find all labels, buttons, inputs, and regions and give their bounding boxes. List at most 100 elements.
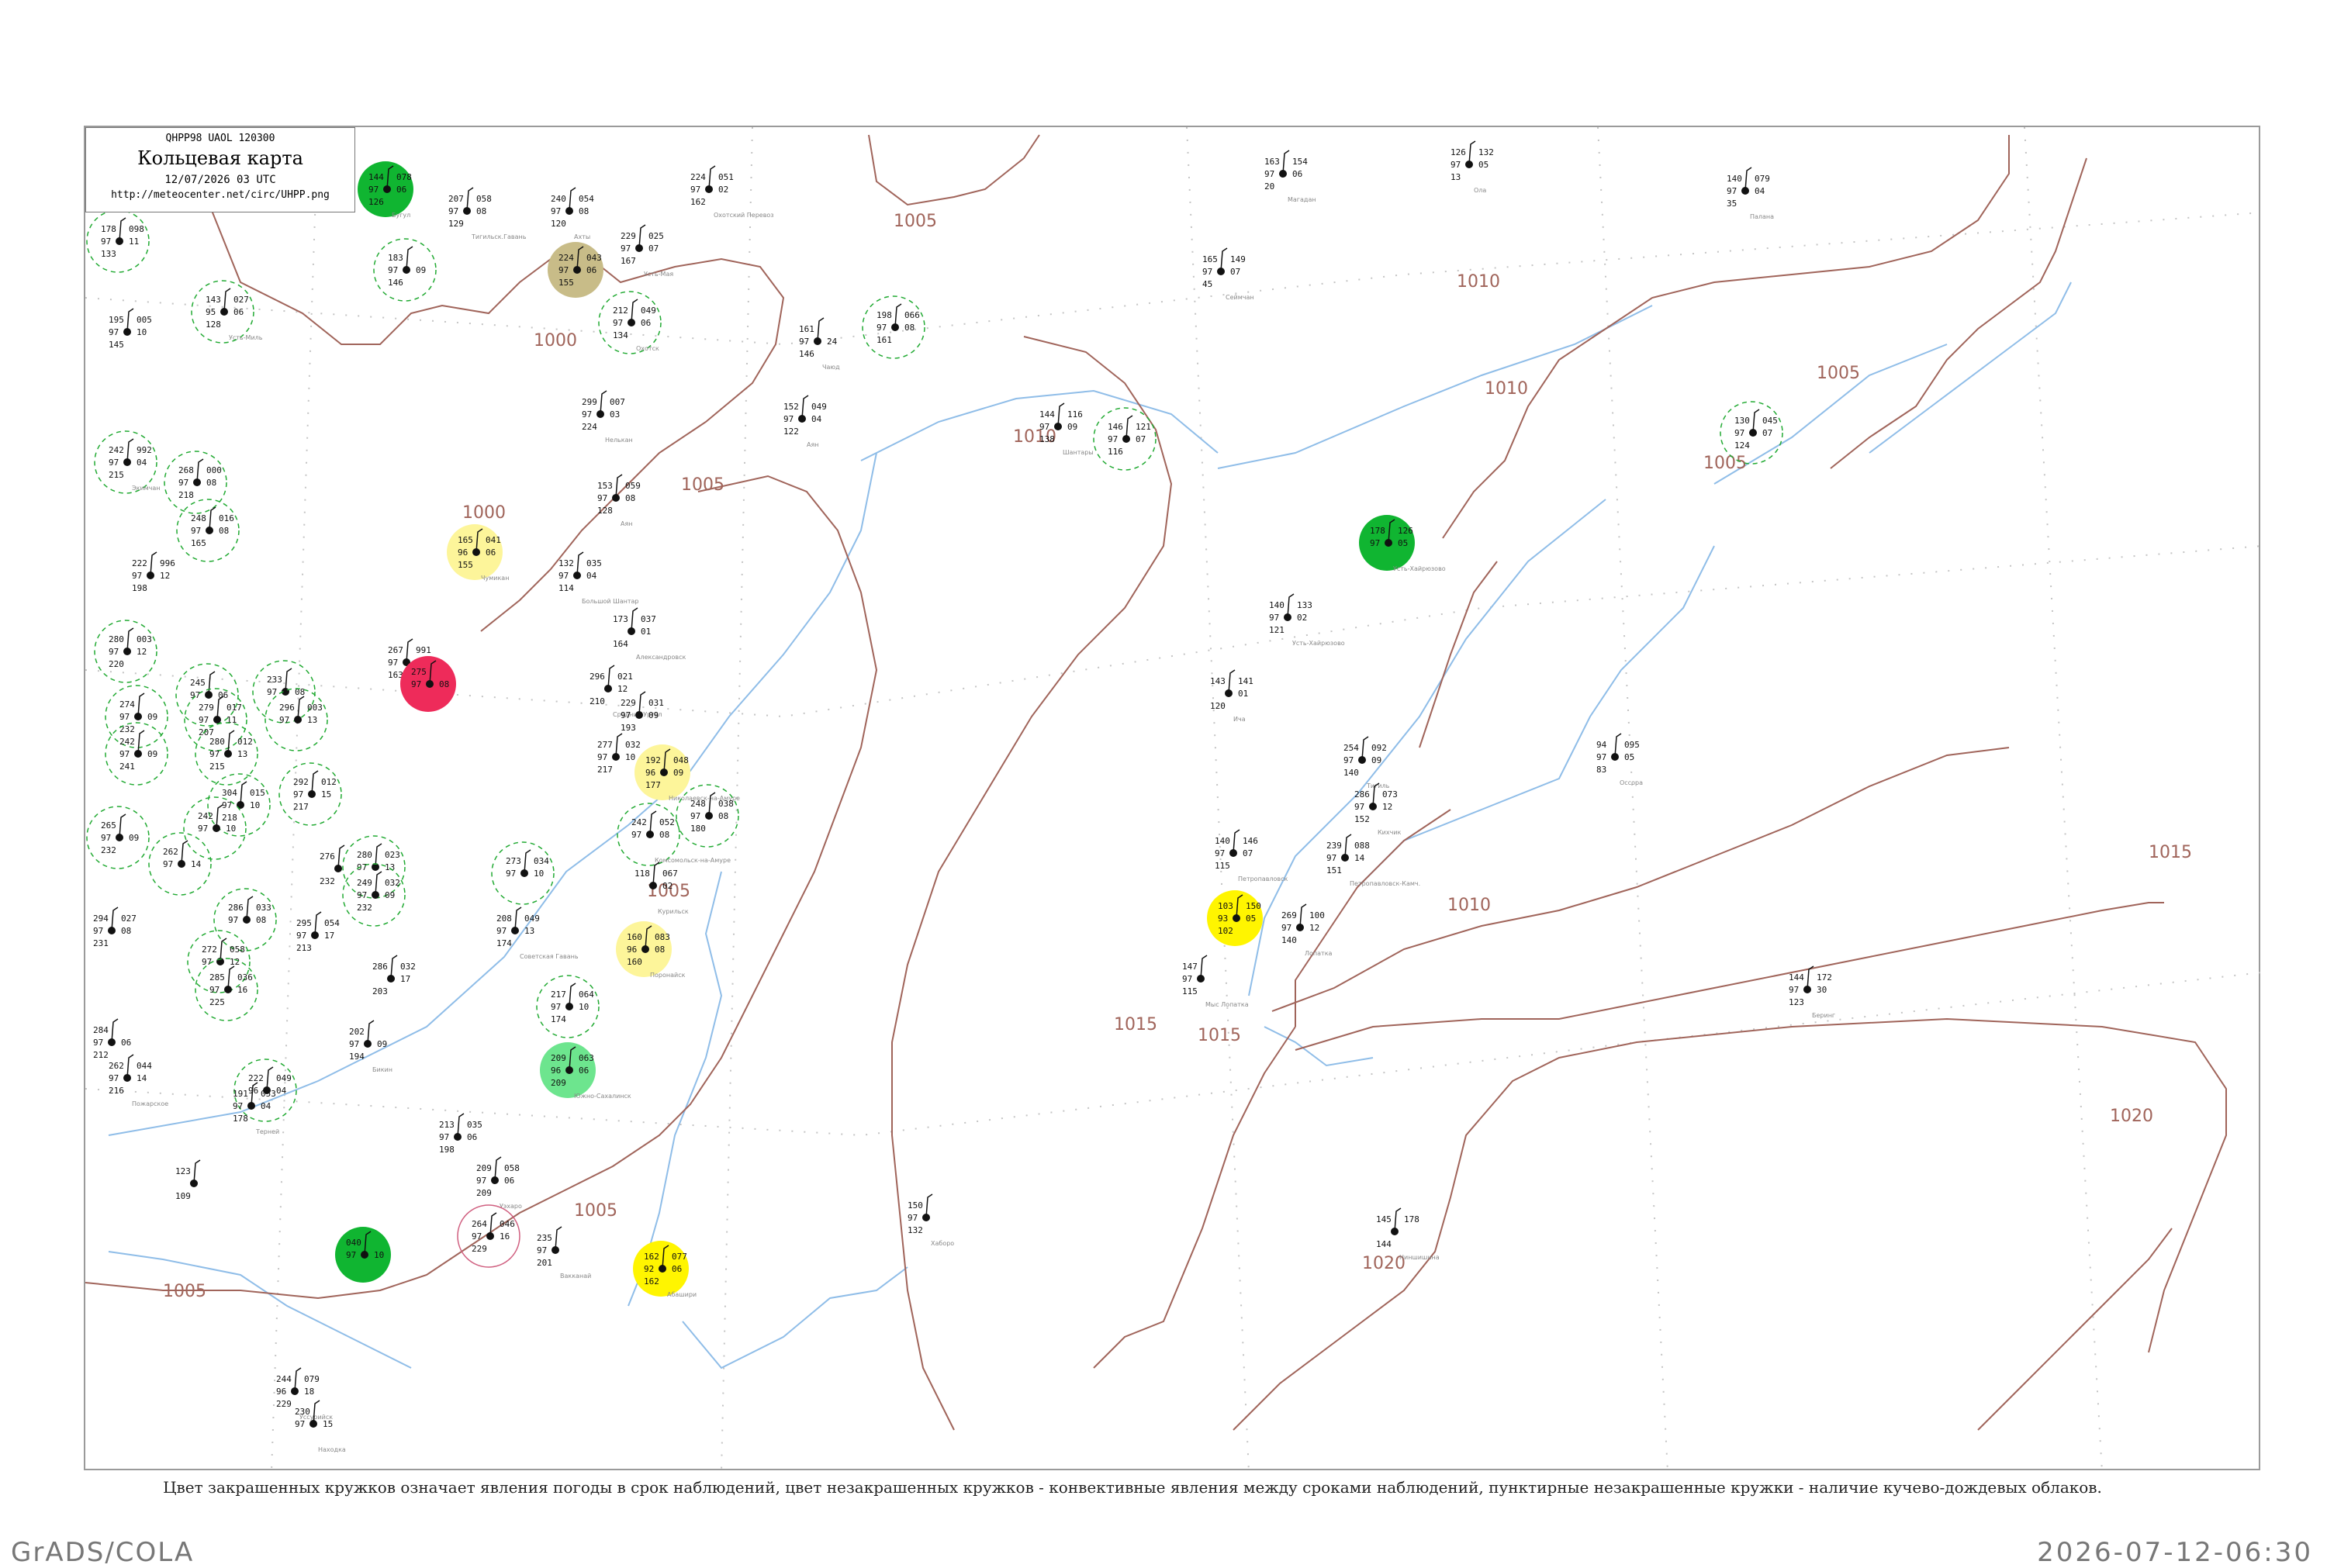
station-pressure: 049 [641,306,656,316]
station-dewpoint: 97 [439,1132,449,1142]
station-dewpoint: 97 [1734,428,1744,438]
station-value: 165 [191,538,206,548]
station-temperature: 224 [690,172,706,182]
station-tendency: 01 [641,627,651,637]
station-value: 128 [597,506,613,516]
station-tendency: 13 [237,749,247,759]
station-pressure: 037 [641,614,656,624]
station-dewpoint: 97 [119,712,130,722]
station-tendency: 06 [1292,169,1302,179]
weather-station: 248 016 97 08 165 [176,499,240,562]
weather-station: 294 027 97 08 231 [93,907,137,948]
station-tendency: 15 [321,789,331,800]
weather-station: 242 97 10 [183,796,247,860]
station-tendency: 09 [129,833,139,843]
station-pressure: 996 [160,558,175,568]
station-name: Усть-Хайрюзово [1393,565,1446,572]
station-temperature: 143 [1210,676,1226,686]
station-dewpoint: 97 [93,926,103,936]
station-temperature: 222 [248,1073,264,1083]
station-dewpoint: 97 [908,1213,918,1223]
station-temperature: 284 [93,1025,109,1035]
station-temperature: 192 [645,755,661,765]
weather-station: 147 97 115 Мыс Лопатка [1182,955,1249,1008]
isobar-label: 1005 [681,475,724,495]
station-dewpoint: 97 [109,458,119,468]
station-temperature: 163 [1264,157,1280,167]
station-value: 83 [1596,765,1606,775]
map-title: Кольцевая карта [137,147,303,169]
station-pressure: 058 [504,1163,520,1173]
station-temperature: 126 [1450,147,1466,157]
weather-station: 235 97 201 Вакканай [537,1226,591,1280]
station-tendency: 24 [827,337,838,347]
synoptic-map: 1005 1000 1010 1005 1010 1005 1010 1005 … [85,127,2262,1472]
station-temperature: 292 [293,777,309,787]
station-pressure: 003 [137,634,152,644]
station-tendency: 04 [1755,186,1765,196]
station-temperature: 209 [551,1053,566,1063]
station-value: 152 [1354,814,1370,824]
station-tendency: 10 [250,800,260,810]
station-temperature: 304 [222,788,237,798]
station-pressure: 000 [206,465,222,475]
station-tendency: 09 [377,1039,387,1049]
weather-station: 230 97 15 Находка [295,1400,346,1453]
station-tendency: 17 [400,974,410,984]
station-tendency: 13 [524,926,534,936]
station-dewpoint: 97 [233,1101,243,1111]
station-value: 212 [93,1050,109,1060]
map-url[interactable]: http://meteocenter.net/circ/UHPP.png [86,189,354,201]
weather-station: 242 992 97 04 215 Экимчан [94,430,161,494]
station-plots: 178 098 97 11 133 144 078 97 06 126 Бугул 207 058 97 0… [86,140,1835,1453]
station-value: 155 [558,278,574,288]
station-dewpoint: 97 [448,206,458,216]
station-name: Петропавловск [1238,876,1288,882]
station-pressure: 059 [625,481,641,491]
station-temperature: 299 [582,397,597,407]
weather-station: 242 052 97 08 Комсомольск-на-Амуре [617,803,731,866]
isobar-label: 1000 [462,503,506,523]
station-pressure: 012 [321,777,337,787]
station-tendency: 06 [504,1176,514,1186]
station-value: 146 [799,349,814,359]
station-dewpoint: 96 [645,768,655,778]
station-temperature: 123 [175,1166,191,1176]
station-temperature: 202 [349,1027,365,1037]
station-value: 232 [320,876,335,886]
weather-station: 144 116 97 09 138 Шантары [1039,402,1094,456]
station-dewpoint: 97 [1202,267,1212,277]
station-value: 229 [472,1244,487,1254]
station-dewpoint: 97 [621,710,631,720]
station-value: 120 [551,219,566,229]
station-temperature: 144 [1039,409,1055,420]
weather-station: 161 97 24 146 Чаюд [799,317,840,371]
station-tendency: 08 [579,206,589,216]
weather-station: 178 098 97 11 133 [86,209,150,273]
map-legend-caption: Цвет закрашенных кружков означает явлени… [163,1478,2102,1497]
footer-timestamp: 2026-07-12-06:30 [2037,1537,2313,1568]
station-dewpoint: 97 [346,1250,356,1260]
station-dewpoint: 97 [101,833,111,843]
station-value: 231 [93,938,109,948]
station-name: Хаборо [931,1240,954,1247]
station-tendency: 16 [500,1231,510,1242]
station-value: 120 [1210,701,1226,711]
station-pressure: 012 [237,737,253,747]
station-value: 220 [109,659,124,669]
station-tendency: 10 [534,869,544,879]
isobar-label: 1000 [534,331,577,351]
station-value: 194 [349,1052,365,1062]
station-name: Экимчан [132,485,161,492]
isobar-label: 1015 [1198,1026,1241,1045]
station-tendency: 10 [226,824,236,834]
station-value: 126 [368,197,384,207]
weather-station: 143 141 01 120 Ича [1210,669,1253,723]
station-dewpoint: 97 [621,243,631,254]
station-tendency: 08 [625,493,635,503]
station-pressure: 054 [324,918,340,928]
station-pressure: 098 [129,224,144,234]
station-pressure: 053 [261,1089,276,1099]
station-pressure: 021 [617,672,633,682]
station-name: Кихчик [1378,829,1402,836]
